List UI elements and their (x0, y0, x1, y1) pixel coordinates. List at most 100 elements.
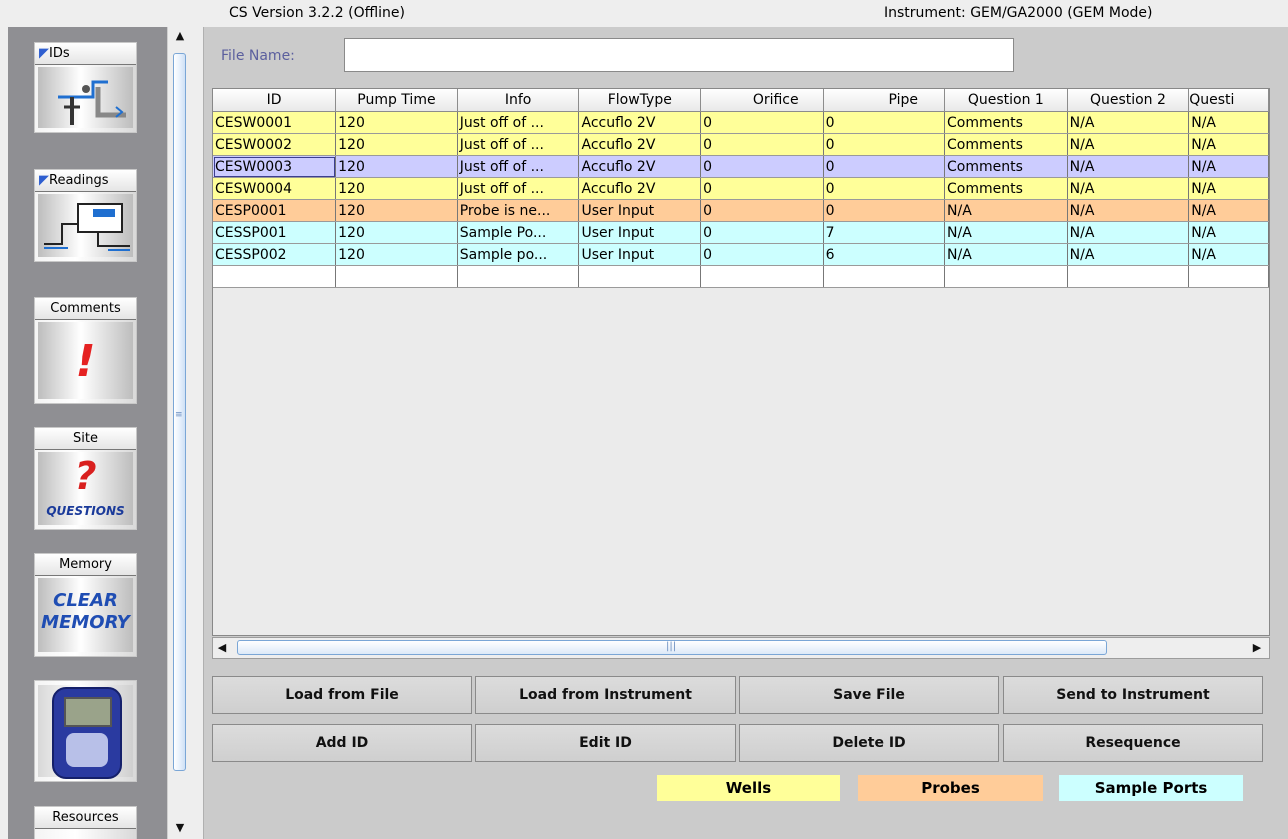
send-to-instrument-button[interactable]: Send to Instrument (1003, 676, 1263, 714)
table-cell[interactable]: Accuflo 2V (578, 177, 702, 200)
table-cell[interactable]: N/A (1188, 133, 1269, 156)
scroll-up-icon[interactable]: ▲ (169, 27, 191, 45)
table-cell[interactable]: N/A (944, 221, 1068, 244)
scroll-right-icon[interactable]: ▶ (1248, 639, 1266, 657)
table-cell[interactable]: N/A (1067, 177, 1190, 200)
table-cell[interactable]: N/A (1067, 243, 1190, 266)
table-cell[interactable] (578, 265, 702, 288)
table-cell[interactable]: Just off of ... (457, 111, 580, 134)
table-cell[interactable]: 0 (700, 111, 824, 134)
table-cell[interactable] (700, 265, 824, 288)
table-cell[interactable]: 0 (700, 221, 824, 244)
column-header-question-3[interactable]: Questi (1188, 89, 1269, 112)
scrollbar-thumb[interactable]: ≡ (173, 53, 186, 771)
table-horizontal-scrollbar[interactable]: ◀ ||| ▶ (212, 637, 1270, 659)
add-id-button[interactable]: Add ID (212, 724, 472, 762)
table-cell[interactable]: Probe is ne... (457, 199, 580, 222)
sidebar-scrollbar[interactable]: ▲ ≡ ▼ (167, 27, 192, 839)
table-cell[interactable]: 0 (700, 133, 824, 156)
sidebar-item-memory[interactable]: Memory CLEAR MEMORY (34, 553, 137, 657)
table-cell[interactable]: N/A (944, 243, 1068, 266)
table-cell[interactable]: 0 (823, 133, 946, 156)
table-row[interactable]: CESW0002 120 Just off of ... Accuflo 2V 0 0 Co… (213, 133, 1269, 156)
table-cell[interactable]: 0 (700, 199, 824, 222)
table-cell[interactable] (944, 265, 1068, 288)
sidebar-item-site[interactable]: Site ? QUESTIONS (34, 427, 137, 530)
table-cell[interactable]: 120 (335, 111, 458, 134)
table-row[interactable] (213, 265, 1269, 288)
load-from-file-button[interactable]: Load from File (212, 676, 472, 714)
table-cell[interactable]: 120 (335, 221, 458, 244)
table-cell[interactable]: 7 (823, 221, 946, 244)
column-header-info[interactable]: Info (457, 89, 580, 112)
sidebar-item-instrument[interactable] (34, 680, 137, 782)
table-cell[interactable]: CESSP001 (213, 221, 337, 244)
table-cell[interactable]: N/A (1188, 243, 1269, 266)
table-cell[interactable]: Sample po... (457, 243, 580, 266)
column-header-pump-time[interactable]: Pump Time (335, 89, 458, 112)
table-cell[interactable]: Comments (944, 177, 1068, 200)
table-cell[interactable]: N/A (1067, 133, 1190, 156)
save-file-button[interactable]: Save File (739, 676, 999, 714)
table-cell[interactable]: CESW0002 (213, 133, 337, 156)
table-cell[interactable]: Just off of ... (457, 155, 580, 178)
table-cell[interactable]: Just off of ... (457, 133, 580, 156)
table-cell[interactable]: 0 (823, 177, 946, 200)
table-row[interactable]: CESP0001 120 Probe is ne... User Input 0 0 N/A… (213, 199, 1269, 222)
table-cell[interactable]: CESW0004 (213, 177, 337, 200)
table-cell[interactable]: User Input (578, 199, 702, 222)
table-cell[interactable]: Accuflo 2V (578, 111, 702, 134)
column-header-question-2[interactable]: Question 2 (1067, 89, 1190, 112)
table-cell[interactable]: 120 (335, 243, 458, 266)
load-from-instrument-button[interactable]: Load from Instrument (475, 676, 736, 714)
scroll-left-icon[interactable]: ◀ (213, 639, 231, 657)
table-cell[interactable]: N/A (1067, 199, 1190, 222)
table-cell[interactable]: CESP0001 (213, 199, 337, 222)
table-cell[interactable]: CESW0003 (213, 155, 337, 178)
table-cell[interactable]: N/A (1188, 155, 1269, 178)
delete-id-button[interactable]: Delete ID (739, 724, 999, 762)
table-cell[interactable]: N/A (1188, 221, 1269, 244)
table-cell[interactable] (1188, 265, 1269, 288)
table-row[interactable]: CESW0004 120 Just off of ... Accuflo 2V 0 0 Co… (213, 177, 1269, 200)
table-cell[interactable]: N/A (944, 199, 1068, 222)
sidebar-item-ids[interactable]: ◤IDs (34, 42, 137, 133)
file-name-input[interactable] (344, 38, 1014, 72)
sidebar-item-resources[interactable]: Resources (34, 806, 137, 839)
column-header-question-1[interactable]: Question 1 (944, 89, 1068, 112)
table-row[interactable]: CESSP001 120 Sample Po... User Input 0 7 N/A N/… (213, 221, 1269, 244)
scrollbar-thumb[interactable]: ||| (237, 640, 1107, 655)
table-cell[interactable]: Just off of ... (457, 177, 580, 200)
table-cell[interactable]: 120 (335, 199, 458, 222)
table-cell[interactable]: CESSP002 (213, 243, 337, 266)
table-cell[interactable]: N/A (1188, 177, 1269, 200)
table-cell[interactable]: 120 (335, 133, 458, 156)
table-cell[interactable]: CESW0001 (213, 111, 337, 134)
table-cell[interactable]: 120 (335, 177, 458, 200)
table-cell[interactable]: 0 (823, 199, 946, 222)
table-cell[interactable]: Sample Po... (457, 221, 580, 244)
table-cell[interactable]: 0 (700, 155, 824, 178)
scroll-down-icon[interactable]: ▼ (169, 819, 191, 837)
column-header-flowtype[interactable]: FlowType (578, 89, 702, 112)
table-cell[interactable]: User Input (578, 243, 702, 266)
table-cell[interactable] (213, 265, 337, 288)
table-cell[interactable] (335, 265, 458, 288)
table-cell[interactable]: 0 (823, 111, 946, 134)
table-cell[interactable]: 0 (823, 155, 946, 178)
table-cell[interactable] (457, 265, 580, 288)
table-cell[interactable]: N/A (1067, 155, 1190, 178)
table-cell[interactable]: Accuflo 2V (578, 133, 702, 156)
table-cell[interactable] (823, 265, 946, 288)
table-cell[interactable]: N/A (1067, 111, 1190, 134)
column-header-id[interactable]: ID (213, 89, 337, 112)
table-row[interactable]: CESSP002 120 Sample po... User Input 0 6 N/A N/… (213, 243, 1269, 266)
table-cell[interactable]: Comments (944, 111, 1068, 134)
table-cell[interactable]: N/A (1188, 111, 1269, 134)
table-cell[interactable] (1067, 265, 1190, 288)
resequence-button[interactable]: Resequence (1003, 724, 1263, 762)
sidebar-item-readings[interactable]: ◤Readings (34, 169, 137, 262)
table-cell[interactable]: Comments (944, 155, 1068, 178)
table-cell[interactable]: 0 (700, 243, 824, 266)
table-cell[interactable]: N/A (1188, 199, 1269, 222)
